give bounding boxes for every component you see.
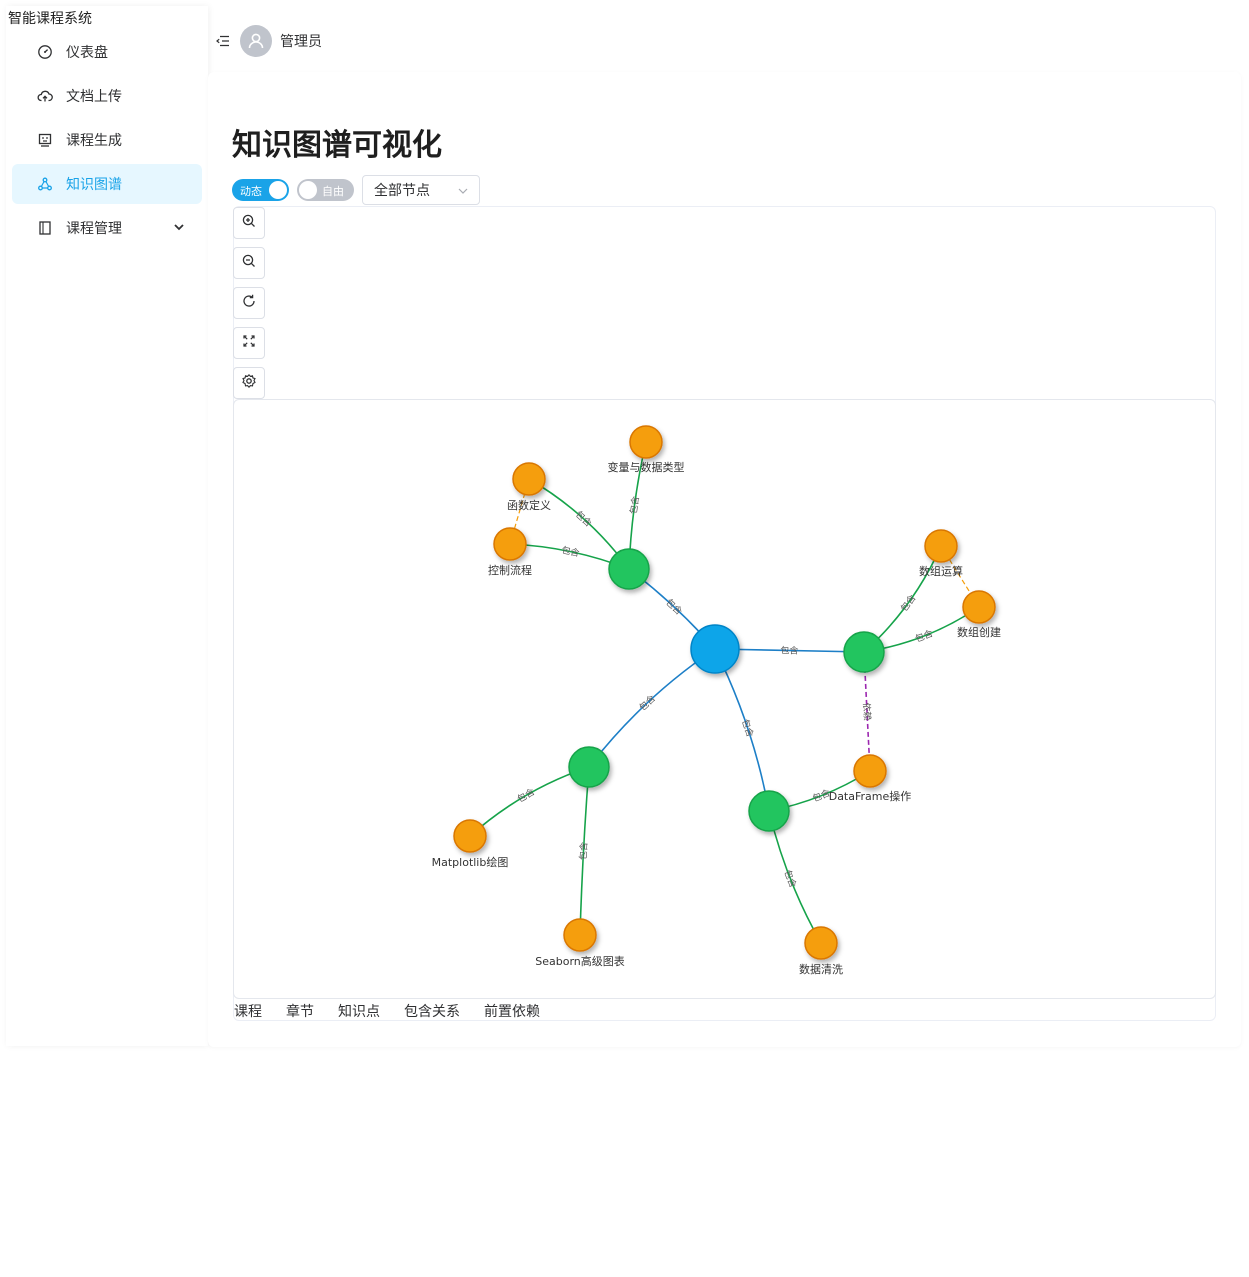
sidebar-item-course-generate[interactable]: 课程生成	[12, 120, 202, 160]
legend-course: 课程	[234, 1004, 262, 1020]
fit-view-button[interactable]	[233, 327, 265, 359]
refresh-button[interactable]	[233, 287, 265, 319]
node-label: Seaborn高级图表	[535, 954, 625, 968]
legend-prerequisite-dependency: 前置依赖	[484, 1004, 540, 1020]
graph-node-point[interactable]	[924, 529, 958, 563]
sidebar-item-knowledge-graph[interactable]: 知识图谱	[12, 164, 202, 204]
fit-view-icon	[241, 333, 257, 353]
edge-label: 包含	[577, 842, 590, 861]
course-generate-icon	[36, 131, 54, 149]
zoom-in-icon	[241, 213, 257, 233]
switch-label: 动态	[240, 185, 262, 198]
graph-canvas[interactable]: 包含 包含 包含 包含 包含 包含 包含 包含 包含 包含 包含 包含 包含 依赖 变量与数据类型 函数定义…	[233, 399, 1216, 999]
edge-label: 包含	[781, 868, 799, 889]
knowledge-graph-svg[interactable]: 包含包含包含包含包含包含包含包含包含包含包含包含包含依赖 变量与数据类型函数定义…	[234, 400, 1215, 998]
page-title: 知识图谱可视化	[232, 128, 442, 163]
free-layout-switch[interactable]: 自由	[297, 179, 354, 201]
graph-icon	[36, 175, 54, 193]
user-name[interactable]: 管理员	[280, 31, 322, 51]
chevron-down-icon	[457, 185, 469, 197]
node-label: 数组创建	[957, 625, 1001, 639]
menu-fold-icon[interactable]	[214, 32, 232, 50]
sidebar	[6, 6, 208, 1046]
sidebar-item-dashboard[interactable]: 仪表盘	[12, 32, 202, 72]
switch-knob	[299, 181, 317, 199]
node-label: Matplotlib绘图	[432, 855, 509, 869]
refresh-icon	[241, 293, 257, 313]
edge-label: 包含	[739, 718, 756, 739]
node-filter-select[interactable]: 全部节点	[362, 175, 480, 205]
node-label: 数据清洗	[799, 962, 843, 976]
edge-label: 包含	[913, 627, 934, 645]
graph-node-chapter[interactable]	[568, 746, 610, 788]
node-label: 变量与数据类型	[608, 460, 685, 474]
cloud-upload-icon	[36, 87, 54, 105]
graph-node-point[interactable]	[453, 819, 487, 853]
sidebar-item-course-management[interactable]: 课程管理	[12, 208, 202, 248]
graph-edge[interactable]	[768, 810, 822, 944]
edge-label: 包含	[898, 592, 918, 614]
dashboard-icon	[36, 43, 54, 61]
node-label: 数组运算	[919, 564, 963, 578]
graph-node-point[interactable]	[493, 527, 527, 561]
sidebar-item-label: 课程生成	[66, 133, 122, 149]
node-label: 控制流程	[488, 563, 532, 577]
sidebar-item-label: 文档上传	[66, 89, 122, 105]
edge-label: 包含	[627, 495, 641, 514]
legend-knowledge-point: 知识点	[338, 1004, 380, 1020]
avatar[interactable]	[240, 25, 272, 57]
edge-label: 包含	[780, 644, 798, 656]
node-label: 函数定义	[507, 498, 551, 512]
edge-label: 依赖	[861, 702, 874, 721]
chevron-down-icon[interactable]	[172, 220, 186, 234]
switch-label: 自由	[322, 185, 344, 198]
sidebar-item-label: 知识图谱	[66, 177, 122, 193]
zoom-out-button[interactable]	[233, 247, 265, 279]
edge-label: 包含	[515, 786, 537, 805]
graph-node-point[interactable]	[853, 754, 887, 788]
graph-node-point[interactable]	[804, 926, 838, 960]
graph-node-point[interactable]	[512, 462, 546, 496]
zoom-out-icon	[241, 253, 257, 273]
header: 管理员	[214, 24, 322, 58]
dynamic-layout-switch[interactable]: 动态	[232, 179, 289, 201]
edge-label: 包含	[560, 544, 580, 559]
graph-node-point[interactable]	[629, 425, 663, 459]
zoom-in-button[interactable]	[233, 207, 265, 239]
graph-node-chapter[interactable]	[748, 790, 790, 832]
gear-icon	[241, 373, 257, 393]
graph-node-point[interactable]	[563, 918, 597, 952]
legend-chapter: 章节	[286, 1004, 314, 1020]
sidebar-item-label: 仪表盘	[66, 45, 108, 61]
book-icon	[36, 219, 54, 237]
node-label: DataFrame操作	[829, 789, 912, 803]
select-value: 全部节点	[374, 183, 430, 199]
settings-button[interactable]	[233, 367, 265, 399]
graph-controls: 动态 自由 全部节点	[232, 174, 480, 206]
graph-node-chapter[interactable]	[608, 548, 650, 590]
graph-edge[interactable]	[588, 648, 716, 768]
switch-knob	[269, 181, 287, 199]
graph-node-chapter[interactable]	[843, 631, 885, 673]
graph-node-course[interactable]	[690, 624, 740, 674]
graph-legend: 课程 章节 知识点 包含关系 前置依赖	[234, 1001, 564, 1021]
graph-node-point[interactable]	[962, 590, 996, 624]
legend-contains-relation: 包含关系	[404, 1004, 460, 1020]
sidebar-item-label: 课程管理	[66, 221, 122, 237]
app-title: 智能课程系统	[8, 11, 92, 27]
sidebar-item-upload[interactable]: 文档上传	[12, 76, 202, 116]
